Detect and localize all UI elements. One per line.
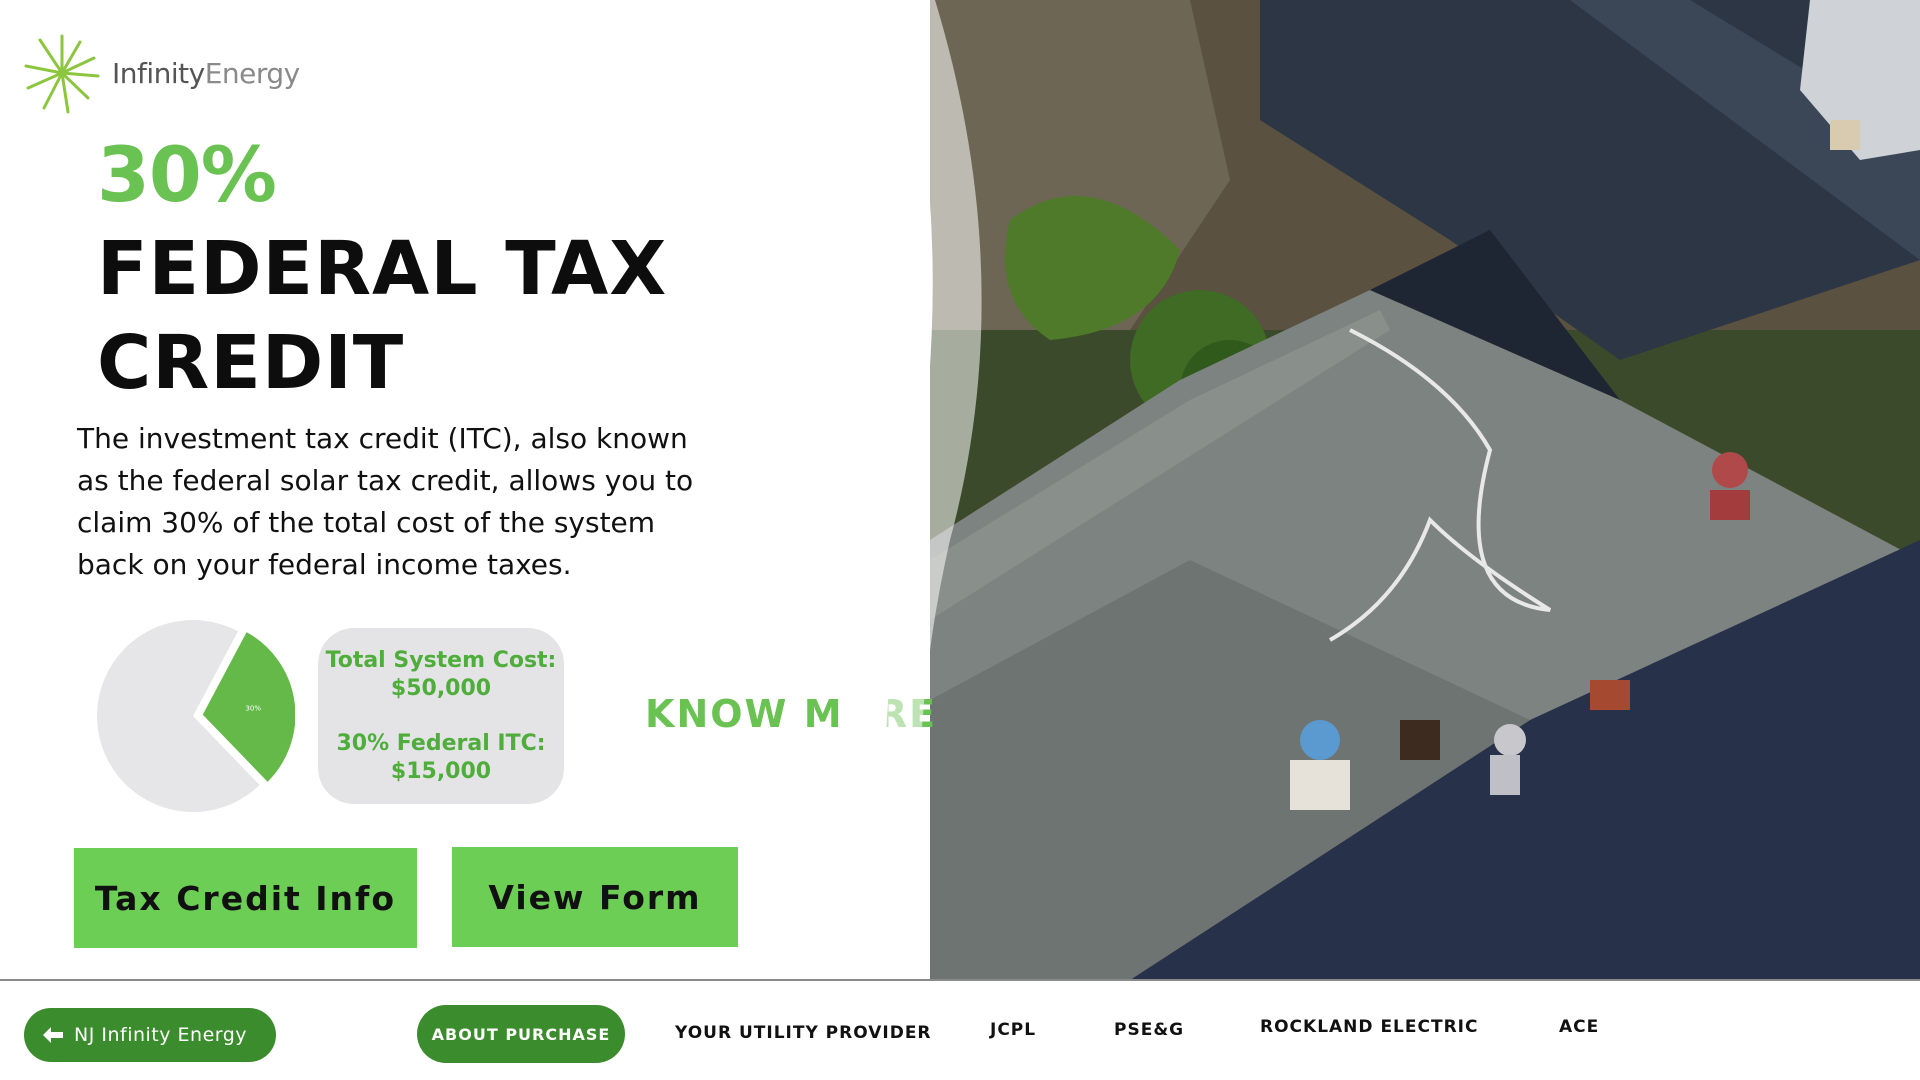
hero-photo [930,0,1920,980]
cost-value: $50,000 [390,675,492,701]
aerial-roof-illustration [930,0,1920,980]
nav-item-about-purchase[interactable]: ABOUT PURCHASE [417,1005,625,1063]
nav-item-ace[interactable]: ACE [1559,1017,1599,1037]
cost-label: Total System Cost: [325,647,557,673]
page-title: FEDERAL TAX CREDIT [97,222,667,410]
hero-percent: 30% [97,130,277,219]
page-title-line2: CREDIT [97,320,405,406]
nav-item-utility-provider[interactable]: YOUR UTILITY PROVIDER [675,1023,932,1043]
brand-name-part2: Energy [204,56,301,90]
back-home-button[interactable]: NJ Infinity Energy [24,1008,276,1062]
arrow-left-icon [43,1027,63,1043]
nav-item-rockland-electric[interactable]: ROCKLAND ELECTRIC [1260,1017,1478,1037]
brand-name-part1: Infinity [112,56,205,90]
brand-name: InfinityEnergy [112,57,300,90]
cost-info-card: Total System Cost: $50,000 30% Federal I… [318,628,564,804]
nav-item-jcpl[interactable]: JCPL [990,1020,1036,1040]
sunburst-logo-icon [24,34,100,114]
itc-pie-chart: 30% [97,620,295,812]
hero-description: The investment tax credit (ITC), also kn… [77,422,694,581]
pie-slice-label: 30% [245,705,261,713]
nav-item-pseg[interactable]: PSE&G [1114,1020,1184,1040]
bottom-nav [0,981,1920,1080]
nav-divider [0,979,1920,981]
tax-credit-info-button[interactable]: Tax Credit Info [74,848,417,948]
brand-logo[interactable]: InfinityEnergy [22,28,300,118]
decorative-curve [840,0,982,980]
itc-label: 30% Federal ITC: [336,730,546,756]
view-form-button[interactable]: View Form [452,847,738,947]
back-home-label: NJ Infinity Energy [74,1024,248,1046]
page-title-line1: FEDERAL TAX [97,226,668,312]
itc-value: $15,000 [390,758,492,784]
